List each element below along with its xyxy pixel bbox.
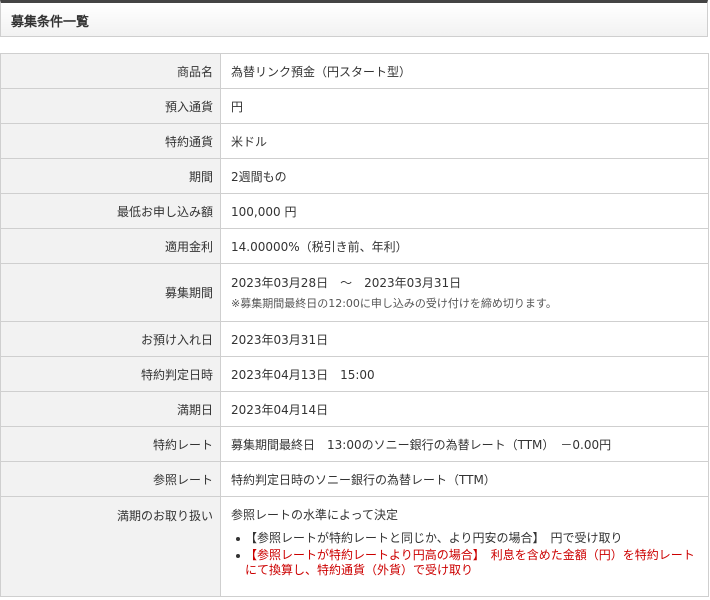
table-row: 満期のお取り扱い 参照レートの水準によって決定 【参照レートが特約レートと同じか…	[0, 496, 709, 597]
table-row: 期間 2週間もの	[0, 158, 709, 194]
row-value-special-currency: 米ドル	[220, 123, 709, 159]
row-label-deposit-date: お預け入れ日	[0, 321, 221, 357]
table-row: 商品名 為替リンク預金（円スタート型）	[0, 53, 709, 89]
row-value-maturity-handling: 参照レートの水準によって決定 【参照レートが特約レートと同じか、より円安の場合】…	[220, 496, 709, 597]
row-value-maturity-date: 2023年04月14日	[220, 391, 709, 427]
table-row: 適用金利 14.00000%（税引き前、年利）	[0, 228, 709, 264]
conditions-table: 商品名 為替リンク預金（円スタート型） 預入通貨 円 特約通貨 米ドル 期間 2…	[0, 53, 709, 597]
table-row: お預け入れ日 2023年03月31日	[0, 321, 709, 357]
bullet-text-line1: 【参照レートが特約レートより円高の場合】 利息を含めた金額（円）を特約レート	[245, 548, 695, 562]
row-value-product: 為替リンク預金（円スタート型）	[220, 53, 709, 89]
maturity-handling-list: 【参照レートが特約レートと同じか、より円安の場合】 円で受け取り 【参照レートが…	[231, 531, 708, 578]
row-value-deposit-currency: 円	[220, 88, 709, 124]
row-value-special-rate: 募集期間最終日 13:00のソニー銀行の為替レート（TTM） －0.00円	[220, 426, 709, 462]
row-label-reference-rate: 参照レート	[0, 461, 221, 497]
row-label-offer-period: 募集期間	[0, 263, 221, 322]
row-value-minimum-amount: 100,000 円	[220, 193, 709, 229]
row-label-minimum-amount: 最低お申し込み額	[0, 193, 221, 229]
row-label-special-rate: 特約レート	[0, 426, 221, 462]
bullet-text-line2: にて換算し、特約通貨（外貨）で受け取り	[245, 563, 474, 577]
row-label-term: 期間	[0, 158, 221, 194]
offer-period-dates: 2023年03月28日 ～ 2023年03月31日	[231, 276, 462, 290]
row-label-interest-rate: 適用金利	[0, 228, 221, 264]
table-row: 預入通貨 円	[0, 88, 709, 124]
table-row: 最低お申し込み額 100,000 円	[0, 193, 709, 229]
row-label-maturity-date: 満期日	[0, 391, 221, 427]
table-row: 参照レート 特約判定日時のソニー銀行の為替レート（TTM）	[0, 461, 709, 497]
table-row: 特約判定日時 2023年04月13日 15:00	[0, 356, 709, 392]
offer-period-note: ※募集期間最終日の12:00に申し込みの受け付けを締め切ります。	[231, 297, 557, 310]
row-value-offer-period: 2023年03月28日 ～ 2023年03月31日 ※募集期間最終日の12:00…	[220, 263, 709, 322]
table-row: 特約レート 募集期間最終日 13:00のソニー銀行の為替レート（TTM） －0.…	[0, 426, 709, 462]
table-row: 特約通貨 米ドル	[0, 123, 709, 159]
row-label-judgment-datetime: 特約判定日時	[0, 356, 221, 392]
section-header: 募集条件一覧	[0, 0, 708, 37]
table-row: 募集期間 2023年03月28日 ～ 2023年03月31日 ※募集期間最終日の…	[0, 263, 709, 322]
row-label-product: 商品名	[0, 53, 221, 89]
page-title: 募集条件一覧	[11, 15, 90, 30]
list-item: 【参照レートが特約レートより円高の場合】 利息を含めた金額（円）を特約レート に…	[236, 548, 708, 578]
row-label-deposit-currency: 預入通貨	[0, 88, 221, 124]
row-value-reference-rate: 特約判定日時のソニー銀行の為替レート（TTM）	[220, 461, 709, 497]
table-row: 満期日 2023年04月14日	[0, 391, 709, 427]
row-value-interest-rate: 14.00000%（税引き前、年利）	[220, 228, 709, 264]
row-label-special-currency: 特約通貨	[0, 123, 221, 159]
list-item: 【参照レートが特約レートと同じか、より円安の場合】 円で受け取り	[236, 531, 708, 546]
maturity-handling-summary: 参照レートの水準によって決定	[231, 508, 399, 522]
row-value-judgment-datetime: 2023年04月13日 15:00	[220, 356, 709, 392]
row-label-maturity-handling: 満期のお取り扱い	[0, 496, 221, 597]
row-value-deposit-date: 2023年03月31日	[220, 321, 709, 357]
row-value-term: 2週間もの	[220, 158, 709, 194]
